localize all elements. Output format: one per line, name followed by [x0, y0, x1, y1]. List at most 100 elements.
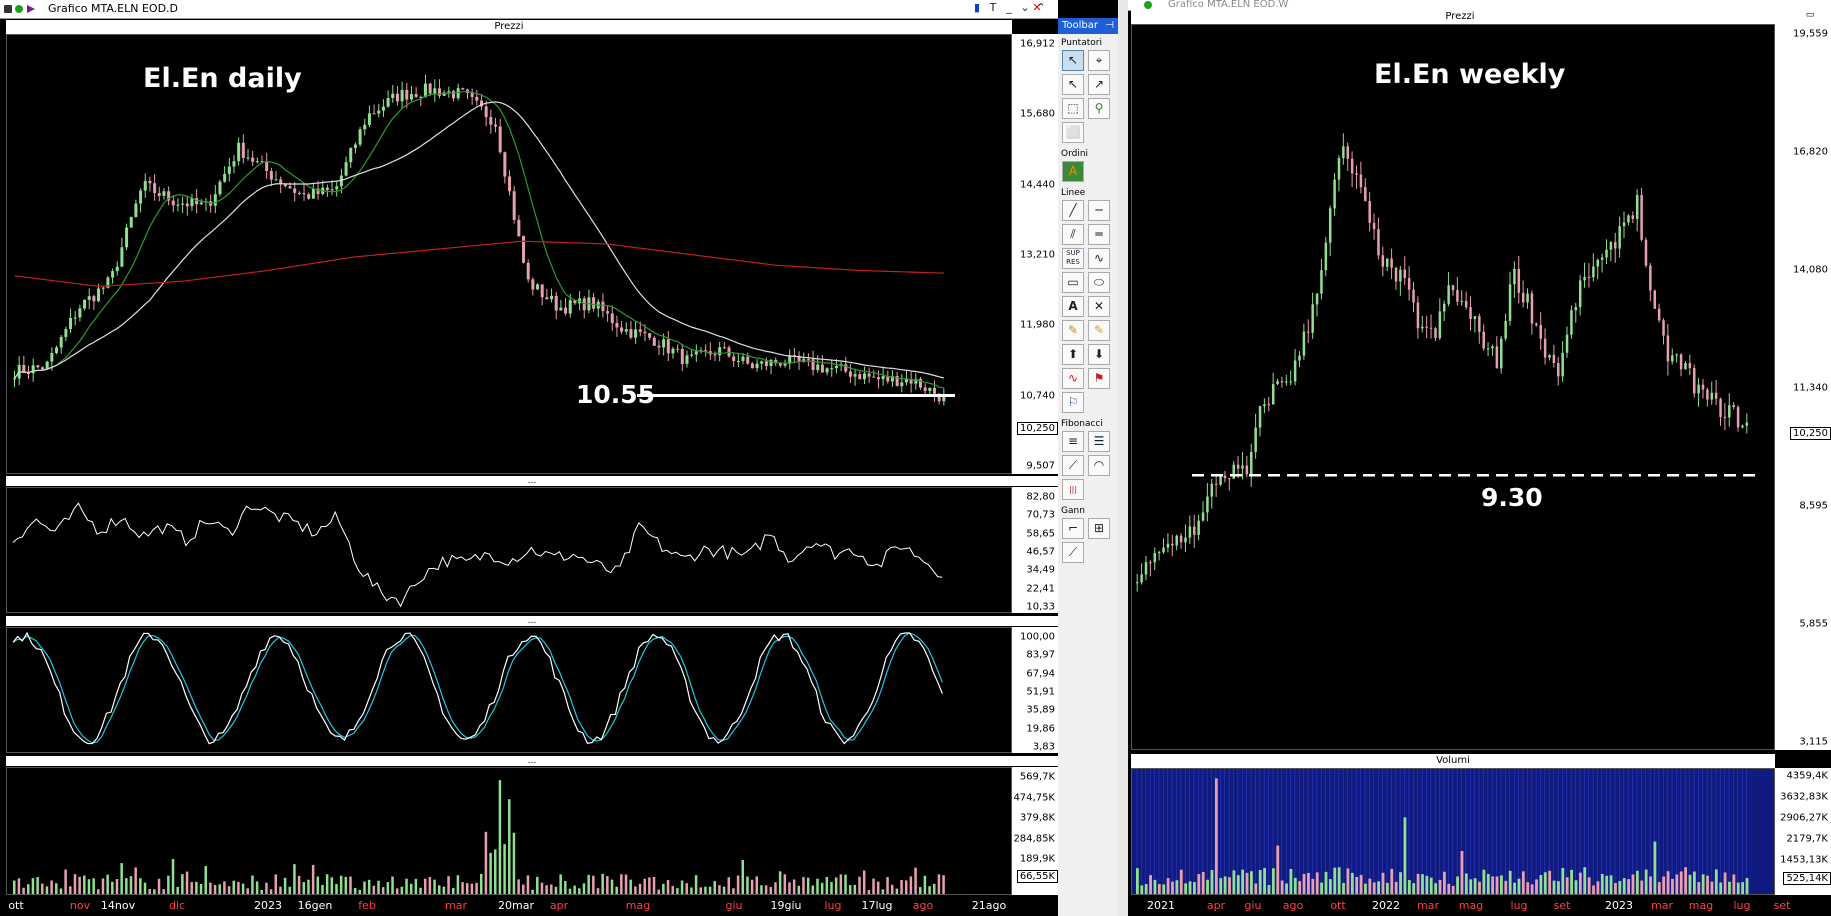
collapse-icon[interactable]: ⌄ [1018, 1, 1032, 15]
pointer-crosshair-icon[interactable]: ⌖ [1088, 50, 1110, 71]
window-divider[interactable] [1118, 0, 1128, 916]
pointer-icon[interactable]: ↖ [1062, 50, 1084, 71]
left-stoch-panel-header: … [6, 616, 1058, 626]
marker-icon[interactable]: ✎ [1088, 320, 1110, 341]
price-candle [363, 124, 367, 130]
price-candle [55, 347, 59, 354]
volume-bar [1359, 874, 1363, 894]
price-candle [335, 186, 339, 190]
flag-icon[interactable]: ⚐ [1062, 392, 1084, 413]
orders-icon[interactable]: A [1062, 161, 1084, 182]
weekly-candle [1469, 307, 1472, 320]
pointer-select-icon[interactable]: ↗ [1088, 74, 1110, 95]
left-rsi-axis[interactable]: 82,80 70,73 58,65 46,57 34,49 22,41 10,33 [1012, 487, 1058, 613]
horizontal-line-icon[interactable]: ─ [1088, 200, 1110, 221]
gann-box-icon[interactable]: ⊞ [1088, 518, 1110, 539]
fib-time-icon[interactable]: ||| [1062, 479, 1084, 500]
right-date-axis[interactable]: 2021 apr giu ago ott 2022 mar mag lug set 2023 mar m… [1131, 895, 1790, 916]
right-volume-axis[interactable]: 4359,4K3632,83K2906,27K2179,7K1453,13K72… [1775, 768, 1831, 895]
toolbar-header[interactable]: Toolbar ⊣ [1058, 18, 1118, 34]
channel-icon[interactable]: ═ [1088, 224, 1110, 245]
weekly-candle [1263, 404, 1266, 407]
pencil-icon[interactable]: ✎ [1062, 320, 1084, 341]
right-price-chart[interactable] [1132, 25, 1774, 749]
selection-box-icon[interactable]: ⬜ [1062, 122, 1084, 143]
right-minimize-icon[interactable]: ▭ [1806, 10, 1815, 20]
fib-fan-icon[interactable]: ⟋ [1062, 455, 1084, 476]
left-window-titlebar[interactable]: Grafico MTA.ELN EOD.D ✕ ▮ T _ ⌄ ⌃ [0, 0, 1058, 19]
left-price-chart[interactable] [7, 35, 1011, 473]
price-candle [732, 356, 736, 362]
left-stoch-axis[interactable]: 100,00 83,97 67,94 51,91 35,89 19,86 3,83 [1012, 627, 1058, 753]
rsi-chart[interactable] [7, 488, 1011, 612]
left-date-axis[interactable]: ott nov 14nov dic 2023 16gen feb mar 20mar apr mag… [6, 895, 1012, 916]
volume-chart[interactable] [7, 768, 1011, 894]
right-volume-chart[interactable] [1132, 769, 1774, 894]
volume-bar [704, 886, 707, 894]
right-volume-panel[interactable] [1131, 768, 1775, 895]
weekly-candle [1732, 405, 1735, 408]
text-icon[interactable]: T [986, 1, 1000, 15]
volume-bar [573, 885, 576, 894]
weekly-candle [1184, 537, 1187, 543]
weekly-candle [1333, 179, 1336, 209]
arrow-down-icon[interactable]: ⬇ [1088, 344, 1110, 365]
rectangle-icon[interactable]: ▭ [1062, 272, 1084, 293]
weekly-candle [1228, 478, 1231, 480]
wave-icon[interactable]: ∿ [1062, 368, 1084, 389]
price-candle [176, 204, 180, 206]
arrow-up-icon[interactable]: ⬆ [1062, 344, 1084, 365]
price-candle [624, 329, 628, 332]
pin-icon[interactable]: ⊣ [1105, 18, 1114, 34]
left-price-axis[interactable]: 16,912 15,680 14,440 13,210 11,980 10,740 9,50… [1012, 34, 1058, 474]
volume-bar [1539, 875, 1543, 894]
axis-tick-label: 379,8K [1019, 812, 1055, 824]
signal-icon[interactable]: ⚑ [1088, 368, 1110, 389]
volume-bar [918, 887, 922, 894]
expand-icon[interactable]: ⌃ [1034, 1, 1048, 15]
chart-type-icon[interactable]: ▮ [970, 1, 984, 15]
fib-retracement-icon[interactable]: ≡ [1062, 431, 1084, 452]
text-tool-icon[interactable]: A [1062, 296, 1084, 317]
minimize-icon[interactable]: _ [1002, 1, 1016, 15]
stochastic-chart[interactable] [7, 628, 1011, 752]
play-icon[interactable] [27, 5, 35, 13]
fib-extension-icon[interactable]: ☰ [1088, 431, 1110, 452]
volume-bar [447, 876, 450, 894]
weekly-candle [1188, 526, 1192, 538]
right-price-axis[interactable]: 19,559 16,820 14,080 11,340 8,595 5,855 3,115 1… [1775, 24, 1831, 750]
left-rsi-panel[interactable] [6, 487, 1012, 613]
weekly-candle [1166, 543, 1170, 548]
zoom-area-icon[interactable]: ⬚ [1062, 98, 1084, 119]
price-candle [503, 152, 507, 177]
cross-tool-icon[interactable]: ✕ [1088, 296, 1110, 317]
parallel-lines-icon[interactable]: ⫽ [1062, 224, 1084, 245]
left-volume-axis[interactable]: 569,7K 474,75K 379,8K 284,85K 189,9K 66,55K [1012, 767, 1058, 895]
pointer-plus-icon[interactable]: ↖ [1062, 74, 1084, 95]
date-axis-label: giu [1244, 899, 1262, 912]
weekly-candle [1179, 535, 1183, 543]
price-candle [526, 262, 530, 280]
magnifier-icon[interactable]: ⚲ [1088, 98, 1110, 119]
gann-line-icon[interactable]: ⌐ [1062, 518, 1084, 539]
left-stoch-panel[interactable] [6, 627, 1012, 753]
volume-bar [251, 875, 254, 894]
price-candle [494, 124, 498, 127]
axis-tick-label: 11,980 [1020, 319, 1055, 331]
gann-fan-icon[interactable]: ⟋ [1062, 542, 1084, 563]
fib-arc-icon[interactable]: ◠ [1088, 455, 1110, 476]
price-candle [806, 359, 810, 361]
support-resistance-icon[interactable]: SUP RES [1062, 248, 1084, 269]
left-price-panel[interactable]: El.En daily 10.55 [6, 34, 1012, 474]
weekly-candle [1175, 535, 1178, 546]
left-volume-panel[interactable] [6, 767, 1012, 895]
menu-icon[interactable] [4, 5, 12, 13]
right-price-panel[interactable]: El.En weekly 9.30 [1131, 24, 1775, 750]
ellipse-icon[interactable]: ⬭ [1088, 272, 1110, 293]
volume-bar [353, 887, 357, 894]
weekly-candle [1618, 226, 1621, 249]
freehand-line-icon[interactable]: ∿ [1088, 248, 1110, 269]
price-candle [778, 363, 782, 366]
trend-line-icon[interactable]: ╱ [1062, 200, 1084, 221]
weekly-candle [1706, 389, 1709, 400]
